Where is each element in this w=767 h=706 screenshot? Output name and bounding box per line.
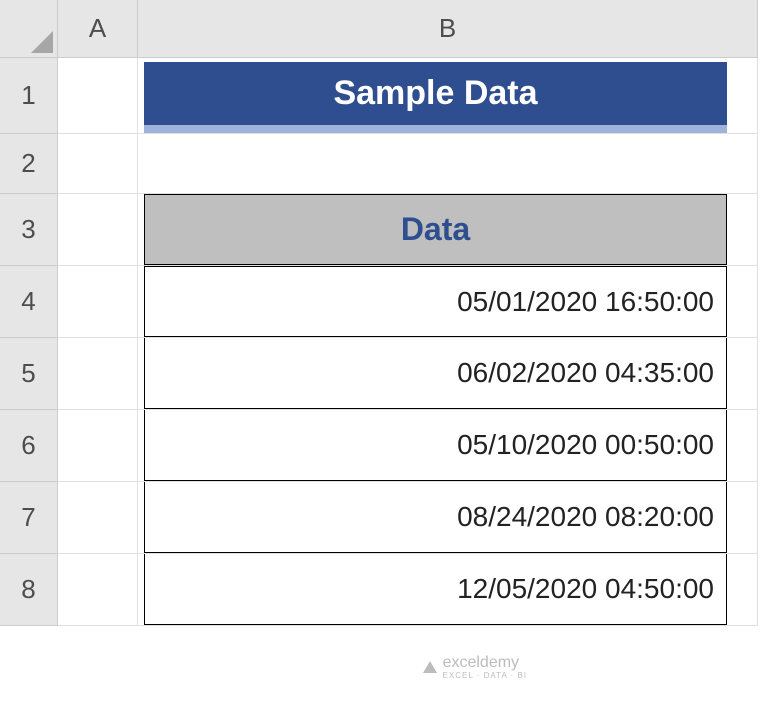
table-row: 05/10/2020 00:50:00 <box>144 410 727 481</box>
select-all-corner[interactable] <box>0 0 58 58</box>
title-banner: Sample Data <box>144 62 727 133</box>
row-header-4[interactable]: 4 <box>0 266 58 338</box>
cell-A7[interactable] <box>58 482 138 554</box>
row-header-2[interactable]: 2 <box>0 134 58 194</box>
cell-B7[interactable]: 08/24/2020 08:20:00 <box>138 482 758 554</box>
cell-B3[interactable]: Data <box>138 194 758 266</box>
table-row: 06/02/2020 04:35:00 <box>144 338 727 409</box>
table-header: Data <box>144 194 727 265</box>
cell-A6[interactable] <box>58 410 138 482</box>
cell-B6[interactable]: 05/10/2020 00:50:00 <box>138 410 758 482</box>
cell-B5[interactable]: 06/02/2020 04:35:00 <box>138 338 758 410</box>
cell-A4[interactable] <box>58 266 138 338</box>
cell-A1[interactable] <box>58 58 138 134</box>
watermark: exceldemy EXCEL · DATA · BI <box>423 654 527 680</box>
cell-B2[interactable] <box>138 134 758 194</box>
row-header-7[interactable]: 7 <box>0 482 58 554</box>
table-row: 12/05/2020 04:50:00 <box>144 554 727 625</box>
cell-A5[interactable] <box>58 338 138 410</box>
cell-B8[interactable]: 12/05/2020 04:50:00 <box>138 554 758 626</box>
table-row: 08/24/2020 08:20:00 <box>144 482 727 553</box>
cell-A2[interactable] <box>58 134 138 194</box>
cell-A3[interactable] <box>58 194 138 266</box>
watermark-icon <box>423 661 437 673</box>
col-header-A[interactable]: A <box>58 0 138 58</box>
table-row: 05/01/2020 16:50:00 <box>144 266 727 337</box>
row-header-3[interactable]: 3 <box>0 194 58 266</box>
row-header-6[interactable]: 6 <box>0 410 58 482</box>
cell-A8[interactable] <box>58 554 138 626</box>
cell-B4[interactable]: 05/01/2020 16:50:00 <box>138 266 758 338</box>
col-header-B[interactable]: B <box>138 0 758 58</box>
watermark-tagline: EXCEL · DATA · BI <box>443 672 527 680</box>
spreadsheet-grid: A B 1 2 3 4 5 6 7 8 Sample Data Data 05/… <box>0 0 767 626</box>
watermark-name: exceldemy <box>443 654 519 671</box>
cell-B1[interactable]: Sample Data <box>138 58 758 134</box>
watermark-text: exceldemy EXCEL · DATA · BI <box>443 654 527 680</box>
row-header-5[interactable]: 5 <box>0 338 58 410</box>
row-header-8[interactable]: 8 <box>0 554 58 626</box>
row-header-1[interactable]: 1 <box>0 58 58 134</box>
